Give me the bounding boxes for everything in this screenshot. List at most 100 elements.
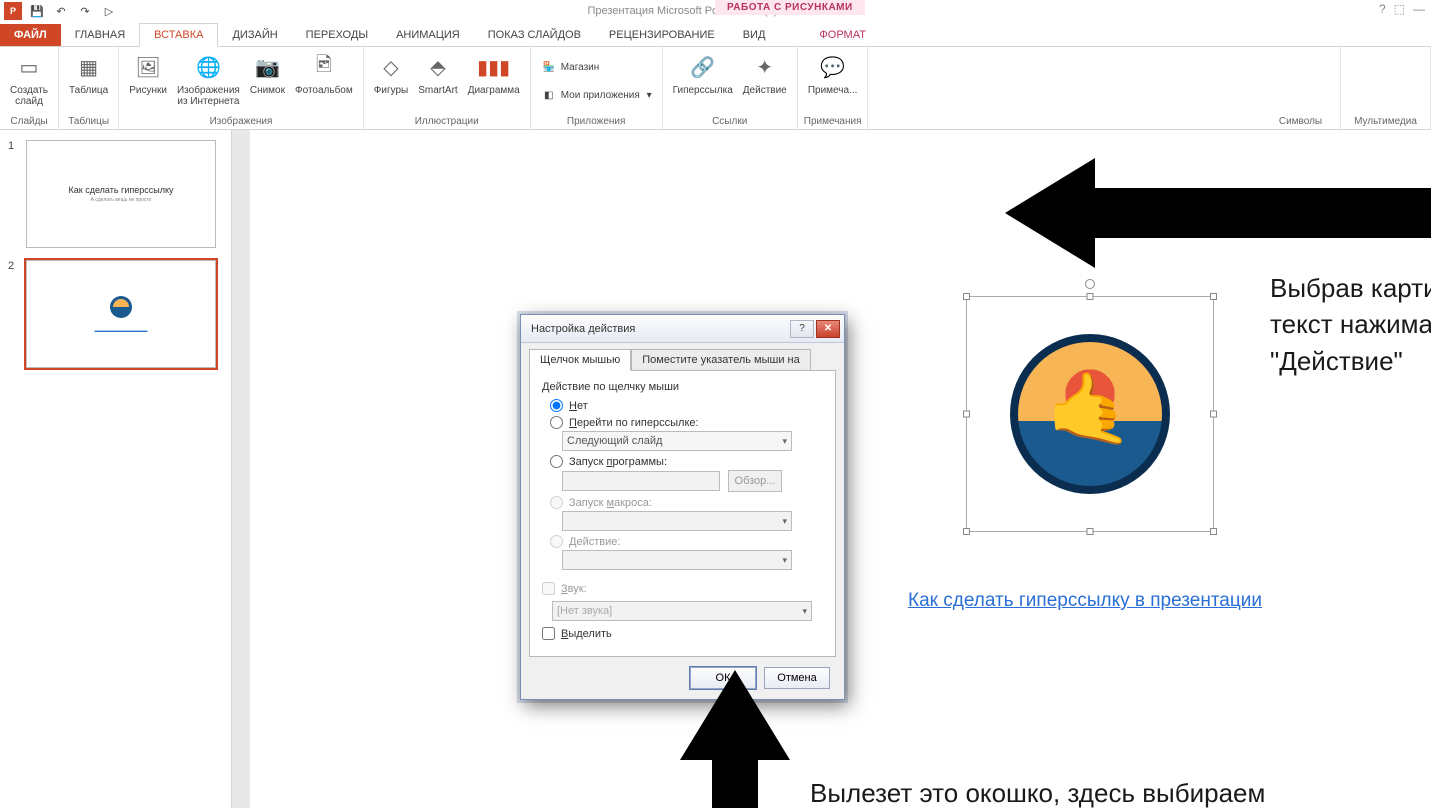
selected-picture[interactable]: 🤙 bbox=[966, 296, 1214, 532]
my-apps-button[interactable]: ◧Мои приложения ▾ bbox=[537, 86, 656, 106]
new-slide-button[interactable]: ▭Создать слайд bbox=[6, 49, 52, 109]
thumb-number: 1 bbox=[8, 140, 20, 248]
rotate-handle-icon[interactable] bbox=[1085, 279, 1095, 289]
dialog-title: Настройка действия bbox=[531, 323, 635, 335]
program-path-input bbox=[562, 471, 720, 491]
minimize-icon[interactable]: — bbox=[1413, 2, 1425, 16]
hyperlink-button[interactable]: 🔗Гиперссылка bbox=[669, 49, 737, 98]
radio-action bbox=[550, 535, 563, 548]
chart-button[interactable]: ▮▮▮Диаграмма bbox=[464, 49, 524, 98]
online-pictures-button[interactable]: 🌐Изображения из Интернета bbox=[173, 49, 244, 109]
tab-insert[interactable]: ВСТАВКА bbox=[139, 23, 218, 47]
current-slide: 🤙 Как сделать гиперссылку в презентации … bbox=[250, 130, 1431, 808]
checkbox-sound-label: Звук: bbox=[561, 583, 587, 595]
redo-icon[interactable]: ↷ bbox=[76, 2, 94, 20]
slide-thumbnail-2[interactable]: ___________________ bbox=[26, 260, 216, 368]
slide-canvas[interactable]: 🤙 Как сделать гиперссылку в презентации … bbox=[232, 130, 1431, 808]
action-settings-dialog: Настройка действия ? ✕ Щелчок мышью Поме… bbox=[520, 314, 845, 700]
tab-design[interactable]: ДИЗАЙН bbox=[218, 24, 291, 46]
resize-handle-icon[interactable] bbox=[1087, 293, 1094, 300]
dialog-close-button[interactable]: ✕ bbox=[816, 320, 840, 338]
resize-handle-icon[interactable] bbox=[963, 293, 970, 300]
thumb-logo-icon bbox=[110, 296, 132, 318]
browse-button: Обзор... bbox=[728, 470, 782, 492]
annotation-dialog: Вылезет это окошко, здесь выбираем какое… bbox=[810, 775, 1310, 808]
tab-review[interactable]: РЕЦЕНЗИРОВАНИЕ bbox=[595, 24, 729, 46]
shapes-button[interactable]: ◇Фигуры bbox=[370, 49, 412, 98]
photo-album-button[interactable]: 🖻Фотоальбом bbox=[291, 49, 357, 98]
tab-file[interactable]: ФАЙЛ bbox=[0, 24, 61, 46]
radio-macro bbox=[550, 496, 563, 509]
thumb-number: 2 bbox=[8, 260, 20, 368]
tab-format[interactable]: ФОРМАТ bbox=[805, 24, 880, 46]
comment-button[interactable]: 💬Примеча... bbox=[804, 49, 862, 98]
help-icon[interactable]: ? bbox=[1379, 2, 1386, 16]
radio-hyperlink-label[interactable]: Перейти по гиперссылке: bbox=[569, 417, 699, 429]
checkbox-sound bbox=[542, 582, 555, 595]
resize-handle-icon[interactable] bbox=[963, 411, 970, 418]
slide-hyperlink[interactable]: Как сделать гиперссылку в презентации bbox=[908, 590, 1262, 612]
thumb-title: Как сделать гиперссылку bbox=[69, 185, 174, 195]
group-tables: Таблицы bbox=[68, 114, 109, 129]
arrow-right-icon bbox=[1005, 158, 1431, 268]
save-icon[interactable]: 💾 bbox=[28, 2, 46, 20]
radio-run-label[interactable]: Запуск программы: bbox=[569, 456, 667, 468]
slide-thumbnail-panel: 1 Как сделать гиперссылку А сделать вещь… bbox=[0, 130, 232, 808]
tab-mouse-over[interactable]: Поместите указатель мыши на bbox=[631, 349, 811, 371]
hyperlink-combo[interactable]: Следующий слайд▾ bbox=[562, 431, 792, 451]
group-slides: Слайды bbox=[10, 114, 47, 129]
tab-slideshow[interactable]: ПОКАЗ СЛАЙДОВ bbox=[474, 24, 595, 46]
tab-view[interactable]: ВИД bbox=[729, 24, 780, 46]
ribbon-tabs: ФАЙЛ ГЛАВНАЯ ВСТАВКА ДИЗАЙН ПЕРЕХОДЫ АНИ… bbox=[0, 22, 1431, 47]
action-combo: ▾ bbox=[562, 550, 792, 570]
dialog-help-button[interactable]: ? bbox=[790, 320, 814, 338]
radio-macro-label: Запуск макроса: bbox=[569, 497, 652, 509]
group-links: Ссылки bbox=[712, 114, 747, 129]
tab-mouse-click[interactable]: Щелчок мышью bbox=[529, 349, 631, 371]
start-show-icon[interactable]: ▷ bbox=[100, 2, 118, 20]
resize-handle-icon[interactable] bbox=[963, 528, 970, 535]
resize-handle-icon[interactable] bbox=[1210, 528, 1217, 535]
smartart-button[interactable]: ⬘SmartArt bbox=[414, 49, 461, 98]
app-icon: P bbox=[4, 2, 22, 20]
slide-thumbnail-1[interactable]: Как сделать гиперссылку А сделать вещь н… bbox=[26, 140, 216, 248]
fieldset-label: Действие по щелчку мыши bbox=[542, 381, 823, 393]
resize-handle-icon[interactable] bbox=[1087, 528, 1094, 535]
context-tab-label: РАБОТА С РИСУНКАМИ bbox=[715, 0, 865, 15]
tab-animation[interactable]: АНИМАЦИЯ bbox=[382, 24, 474, 46]
thumb-link-text: ___________________ bbox=[95, 326, 148, 332]
sound-combo: [Нет звука]▾ bbox=[552, 601, 812, 621]
thumb-subtitle: А сделать вещь не просто bbox=[91, 197, 152, 203]
resize-handle-icon[interactable] bbox=[1210, 293, 1217, 300]
macro-combo: ▾ bbox=[562, 511, 792, 531]
ribbon-display-icon[interactable]: ⬚ bbox=[1394, 2, 1405, 16]
radio-run-program[interactable] bbox=[550, 455, 563, 468]
ribbon: ▭Создать слайд Слайды ▦Таблица Таблицы 🖼… bbox=[0, 47, 1431, 130]
cancel-button[interactable]: Отмена bbox=[764, 667, 830, 689]
table-button[interactable]: ▦Таблица bbox=[65, 49, 112, 98]
ok-button[interactable]: ОК bbox=[690, 667, 756, 689]
group-symbols: Символы bbox=[1279, 114, 1322, 129]
group-media: Мультимедиа bbox=[1354, 114, 1417, 129]
tab-home[interactable]: ГЛАВНАЯ bbox=[61, 24, 139, 46]
radio-action-label: Действие: bbox=[569, 536, 620, 548]
pictures-button[interactable]: 🖼Рисунки bbox=[125, 49, 171, 98]
radio-none[interactable] bbox=[550, 399, 563, 412]
checkbox-highlight[interactable] bbox=[542, 627, 555, 640]
logo-image: 🤙 bbox=[1010, 334, 1170, 494]
radio-none-label[interactable]: Нет bbox=[569, 400, 588, 412]
group-apps: Приложения bbox=[567, 114, 626, 129]
undo-icon[interactable]: ↶ bbox=[52, 2, 70, 20]
screenshot-button[interactable]: 📷Снимок bbox=[246, 49, 289, 98]
store-button[interactable]: 🏪Магазин bbox=[537, 58, 604, 78]
annotation-action: Выбрав картинку или текст нажимаем "Дейс… bbox=[1270, 270, 1431, 379]
resize-handle-icon[interactable] bbox=[1210, 411, 1217, 418]
shaka-hand-icon: 🤙 bbox=[1046, 369, 1133, 451]
group-illustrations: Иллюстрации bbox=[415, 114, 479, 129]
group-comments: Примечания bbox=[804, 114, 862, 129]
radio-hyperlink[interactable] bbox=[550, 416, 563, 429]
group-images: Изображения bbox=[210, 114, 273, 129]
checkbox-highlight-label[interactable]: Выделить bbox=[561, 628, 612, 640]
action-button[interactable]: ✦Действие bbox=[739, 49, 791, 98]
tab-transitions[interactable]: ПЕРЕХОДЫ bbox=[292, 24, 382, 46]
